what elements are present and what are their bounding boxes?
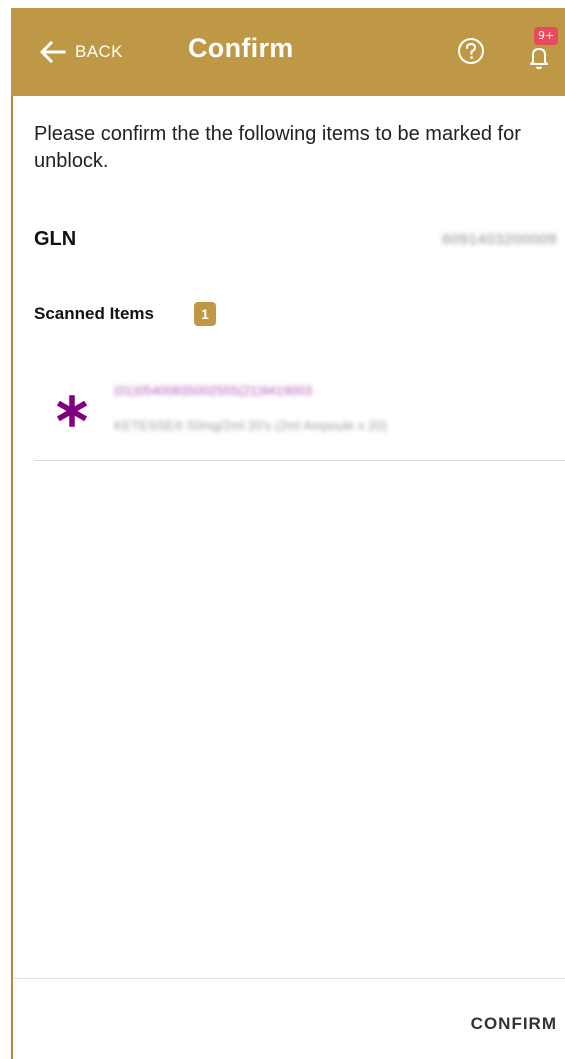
back-button[interactable]: BACK: [37, 37, 123, 67]
help-icon[interactable]: [456, 36, 486, 66]
instruction-text: Please confirm the the following items t…: [34, 123, 521, 172]
gln-label: GLN: [34, 228, 77, 250]
footer-bar: CONFIRM: [13, 978, 565, 1059]
item-code: (01)05400835002555(21)9419003: [114, 383, 313, 398]
list-item[interactable]: (01)05400835002555(21)9419003 KETESSE® 5…: [34, 368, 565, 461]
bell-icon[interactable]: [524, 42, 554, 72]
scanned-items-label: Scanned Items: [34, 304, 154, 323]
asterisk-icon: [56, 395, 88, 427]
left-edge-divider: [11, 96, 13, 1059]
page-title: Confirm: [188, 33, 294, 63]
confirm-screen: BACK Confirm 9+ Please confirm the the f…: [0, 0, 565, 1059]
notification-badge: 9+: [534, 27, 559, 45]
gln-value: 6091403200009: [442, 231, 557, 248]
scanned-count-badge: 1: [194, 302, 216, 326]
app-header: BACK Confirm 9+: [11, 8, 565, 96]
arrow-left-icon: [37, 37, 67, 67]
confirm-button[interactable]: CONFIRM: [471, 1014, 557, 1034]
back-label: BACK: [75, 42, 123, 61]
item-description: KETESSE® 50mg/2ml 20's (2ml Ampoule x 20…: [114, 418, 387, 433]
